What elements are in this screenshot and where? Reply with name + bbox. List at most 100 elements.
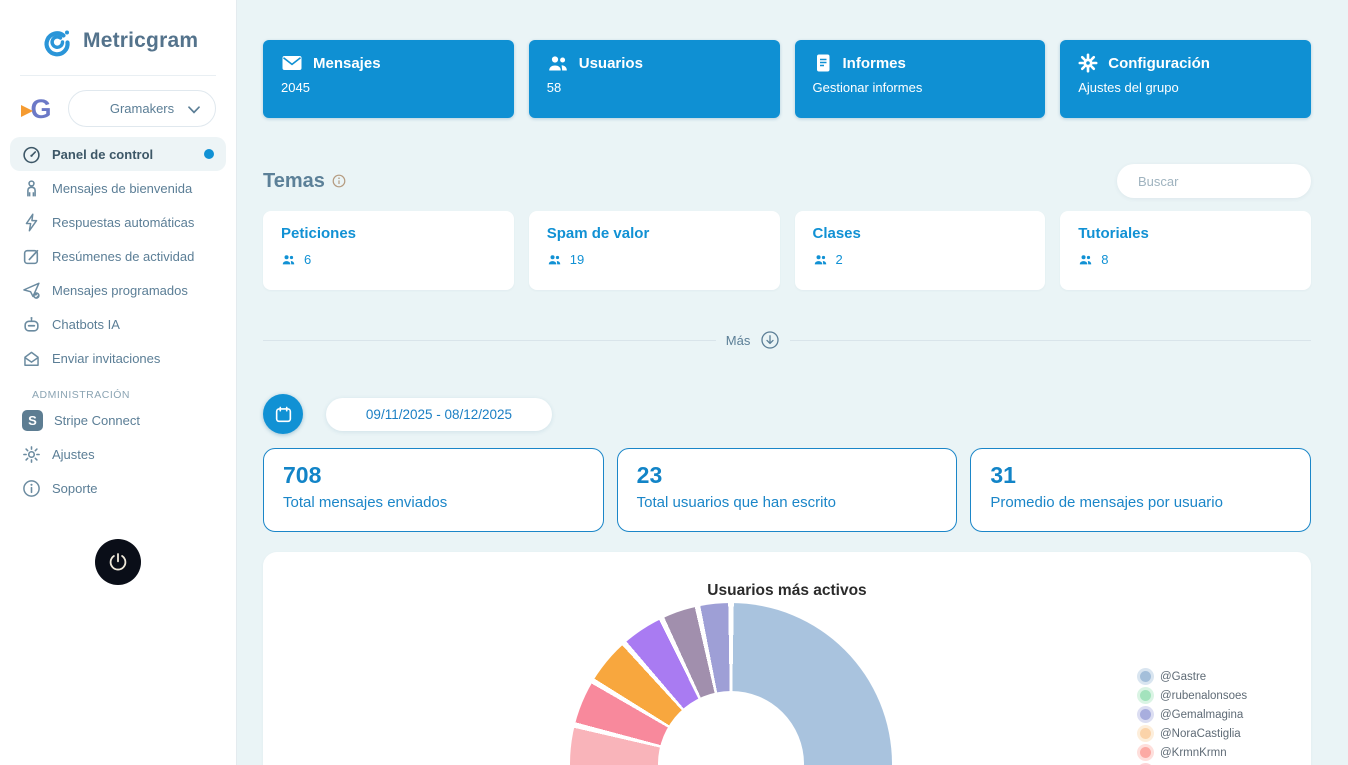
date-range-pill[interactable]: 09/11/2025 - 08/12/2025 [326,398,552,431]
date-range-text: 09/11/2025 - 08/12/2025 [366,407,512,422]
stat-value: 31 [990,462,1291,489]
workspace-name: Gramakers [110,101,174,116]
workspace-selector[interactable]: Gramakers [68,90,216,127]
topic-card-clases[interactable]: Clases 2 [795,211,1046,290]
active-dot [204,149,214,159]
divider [20,75,216,76]
topic-card-peticiones[interactable]: Peticiones 6 [263,211,514,290]
sidebar-item-auto-replies[interactable]: Respuestas automáticas [10,205,226,239]
legend-marker [1140,690,1151,701]
open-envelope-icon [22,349,41,368]
topics-header: Temas [263,164,1311,198]
metric-card-settings[interactable]: Configuración Ajustes del grupo [1060,40,1311,118]
calendar-button[interactable] [263,394,303,434]
sidebar-item-stripe-connect[interactable]: S Stripe Connect [10,403,226,437]
date-row: 09/11/2025 - 08/12/2025 [263,394,1311,434]
welcome-person-icon [22,179,41,198]
users-icon [547,253,562,266]
gauge-icon [22,145,41,164]
stat-value: 708 [283,462,584,489]
sidebar-item-settings[interactable]: Ajustes [10,437,226,471]
topic-count: 8 [1101,252,1108,267]
sidebar-item-welcome-messages[interactable]: Mensajes de bienvenida [10,171,226,205]
topic-title: Peticiones [281,225,496,242]
sidebar-item-label: Resúmenes de actividad [52,249,194,264]
legend-item[interactable]: @Gemalmagina [1140,709,1247,720]
topic-title: Spam de valor [547,225,762,242]
more-label: Más [726,333,751,348]
stripe-icon: S [22,410,43,431]
legend-item[interactable]: @rubenalonsoes [1140,690,1247,701]
sidebar-item-send-invitations[interactable]: Enviar invitaciones [10,341,226,375]
legend-marker [1140,671,1151,682]
topic-count: 6 [304,252,311,267]
sidebar-item-label: Mensajes de bienvenida [52,181,192,196]
stat-card-avg-messages: 31 Promedio de mensajes por usuario [970,448,1311,532]
sidebar-item-label: Panel de control [52,147,153,162]
envelope-icon [281,53,303,73]
chart-legend: @Gastre @rubenalonsoes @Gemalmagina @Nor… [1140,671,1247,765]
sidebar-item-activity-summaries[interactable]: Resúmenes de actividad [10,239,226,273]
topic-card-spam-de-valor[interactable]: Spam de valor 19 [529,211,780,290]
main-content: Mensajes 2045 Usuarios 58 [237,0,1348,765]
send-check-icon [22,281,41,300]
topic-card-tutoriales[interactable]: Tutoriales 8 [1060,211,1311,290]
metric-card-value: 58 [547,80,762,95]
info-icon[interactable] [332,174,346,188]
chevron-down-icon [188,106,200,114]
calendar-icon [274,405,293,424]
gear-icon [22,445,41,464]
legend-item[interactable]: @KrmnKrmn [1140,747,1247,758]
search-box [1117,164,1311,198]
stat-value: 23 [637,462,938,489]
users-icon [813,253,828,266]
metric-card-reports[interactable]: Informes Gestionar informes [795,40,1046,118]
topic-count: 19 [570,252,584,267]
metric-cards-row: Mensajes 2045 Usuarios 58 [263,40,1311,118]
metric-card-users[interactable]: Usuarios 58 [529,40,780,118]
sidebar: Metricgram G Gramakers Panel de control [0,0,237,765]
legend-label: @KrmnKrmn [1160,747,1227,759]
sidebar-item-support[interactable]: Soporte [10,471,226,505]
stat-label: Total usuarios que han escrito [637,494,938,511]
divider [790,340,1311,341]
metric-card-value: 2045 [281,80,496,95]
topic-count: 2 [836,252,843,267]
search-input[interactable] [1138,174,1314,189]
legend-marker [1140,728,1151,739]
sidebar-item-ai-chatbots[interactable]: Chatbots IA [10,307,226,341]
bolt-icon [22,213,41,232]
sidebar-item-label: Enviar invitaciones [52,351,160,366]
legend-item[interactable]: @NoraCastiglia [1140,728,1247,739]
legend-label: @NoraCastiglia [1160,728,1241,740]
metric-card-title: Configuración [1108,55,1210,72]
admin-section-label: ADMINISTRACIÓN [32,389,226,401]
sidebar-item-label: Ajustes [52,447,95,462]
divider [263,340,716,341]
sidebar-item-label: Respuestas automáticas [52,215,194,230]
topic-cards-row: Peticiones 6 Spam de valor 19 Clases [263,211,1311,290]
power-button[interactable] [95,539,141,585]
legend-label: @rubenalonsoes [1160,690,1247,702]
chart-title: Usuarios más activos [263,552,1311,600]
metric-card-messages[interactable]: Mensajes 2045 [263,40,514,118]
stat-label: Promedio de mensajes por usuario [990,494,1291,511]
more-divider[interactable]: Más [263,330,1311,350]
legend-label: @Gemalmagina [1160,709,1243,721]
stats-row: 708 Total mensajes enviados 23 Total usu… [263,448,1311,532]
arrow-down-circle-icon [760,330,780,350]
power-icon [107,551,129,573]
stat-label: Total mensajes enviados [283,494,584,511]
legend-item[interactable]: @Gastre [1140,671,1247,682]
topic-title: Clases [813,225,1028,242]
stat-card-total-users: 23 Total usuarios que han escrito [617,448,958,532]
gear-icon [1078,53,1098,73]
sidebar-item-label: Chatbots IA [52,317,120,332]
app-logo: Metricgram [40,24,236,58]
sidebar-item-scheduled-messages[interactable]: Mensajes programados [10,273,226,307]
metric-card-title: Mensajes [313,55,381,72]
users-icon [1078,253,1093,266]
sidebar-item-label: Mensajes programados [52,283,188,298]
sidebar-item-label: Soporte [52,481,98,496]
sidebar-item-dashboard[interactable]: Panel de control [10,137,226,171]
